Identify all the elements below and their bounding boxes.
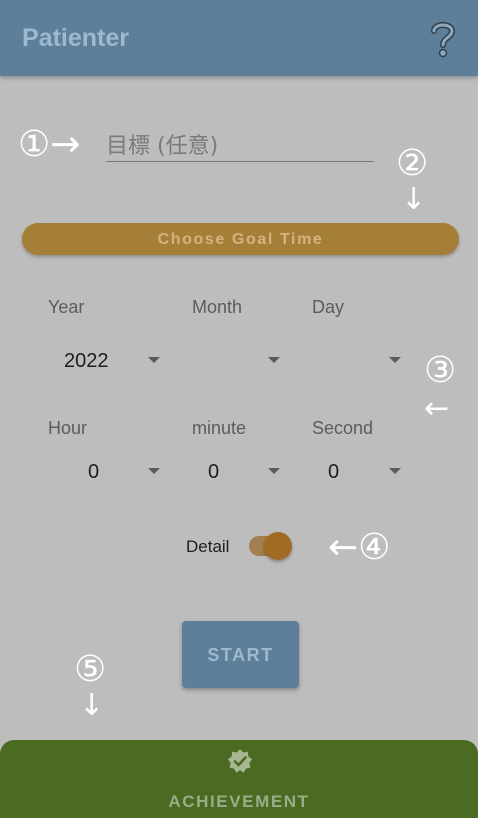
year-dropdown-caret-icon[interactable] bbox=[148, 357, 160, 363]
month-label: Month bbox=[192, 297, 243, 317]
question-mark-icon[interactable] bbox=[428, 19, 458, 59]
choose-goal-time-button[interactable]: Choose Goal Time bbox=[22, 223, 459, 255]
second-select-value[interactable]: 0 bbox=[328, 461, 339, 484]
callout-5: ⑤ bbox=[74, 649, 107, 690]
hour-label: Hour bbox=[48, 418, 88, 438]
callout-2-arrow: ↓ bbox=[401, 182, 427, 217]
day-dropdown-caret-icon[interactable] bbox=[389, 357, 401, 363]
callout-1: ①→ bbox=[18, 124, 81, 165]
verified-badge-icon[interactable] bbox=[227, 748, 253, 774]
detail-toggle-thumb[interactable] bbox=[264, 532, 292, 560]
month-dropdown-caret-icon[interactable] bbox=[268, 357, 280, 363]
goal-input[interactable]: 目標 (任意) bbox=[106, 128, 374, 162]
app-bar: Patienter bbox=[0, 0, 478, 76]
year-label: Year bbox=[48, 297, 85, 317]
minute-label: minute bbox=[192, 418, 247, 438]
second-dropdown-caret-icon[interactable] bbox=[389, 468, 401, 474]
detail-label: Detail bbox=[186, 537, 230, 556]
minute-dropdown-caret-icon[interactable] bbox=[268, 468, 280, 474]
callout-3: ③ bbox=[424, 350, 457, 391]
hour-select-value[interactable]: 0 bbox=[88, 461, 99, 484]
callout-2: ② bbox=[396, 143, 429, 184]
achievement-tab-label: ACHIEVEMENT bbox=[168, 792, 310, 811]
second-label: Second bbox=[312, 418, 374, 438]
callout-3-arrow: ← bbox=[424, 391, 450, 426]
app-title: Patienter bbox=[22, 24, 129, 52]
start-button[interactable]: START bbox=[182, 621, 299, 688]
goal-placeholder: 目標 (任意) bbox=[106, 134, 219, 159]
callout-4: ←④ bbox=[328, 527, 391, 568]
callout-5-arrow: ↓ bbox=[79, 688, 105, 723]
year-select-value[interactable]: 2022 bbox=[64, 350, 109, 373]
minute-select-value[interactable]: 0 bbox=[208, 461, 219, 484]
hour-dropdown-caret-icon[interactable] bbox=[148, 468, 160, 474]
day-label: Day bbox=[312, 297, 345, 317]
